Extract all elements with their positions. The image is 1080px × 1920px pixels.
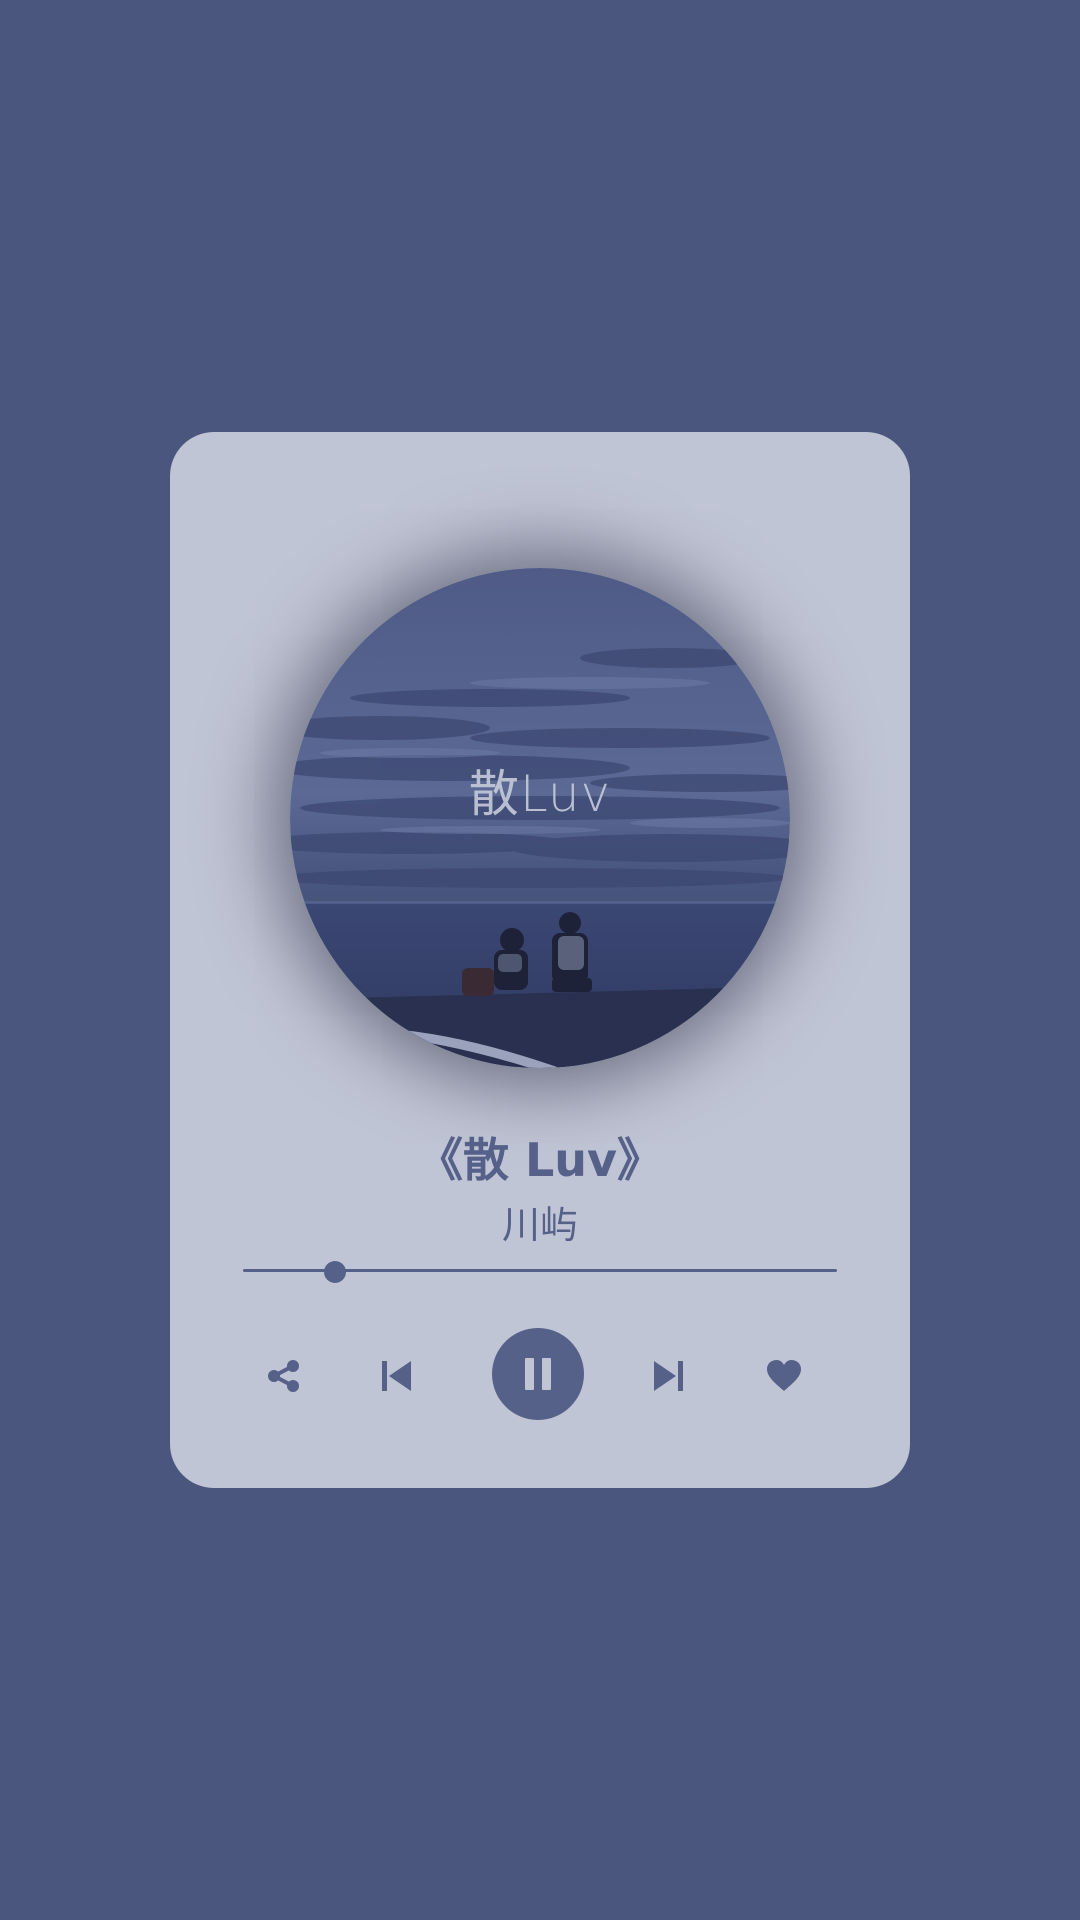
previous-button[interactable]: [376, 1356, 416, 1396]
song-title: 《散 Luv》: [416, 1133, 664, 1187]
album-cover-title: 散Luv: [468, 765, 612, 823]
skip-previous-icon: [382, 1361, 411, 1391]
share-button[interactable]: [264, 1356, 304, 1396]
music-player-card: 散Luv 《散 Luv》 川屿: [170, 432, 910, 1488]
pause-icon: [525, 1358, 551, 1390]
pause-button[interactable]: [492, 1328, 584, 1420]
skip-next-icon: [654, 1361, 683, 1391]
playback-controls: [170, 1328, 910, 1424]
like-button[interactable]: [764, 1356, 804, 1396]
share-icon: [268, 1360, 299, 1392]
album-cover: 散Luv: [290, 568, 790, 1068]
next-button[interactable]: [649, 1356, 689, 1396]
artist-name: 川屿: [501, 1203, 578, 1247]
progress-slider[interactable]: [243, 1261, 837, 1283]
heart-icon: [767, 1360, 801, 1391]
progress-knob[interactable]: [324, 1261, 347, 1283]
